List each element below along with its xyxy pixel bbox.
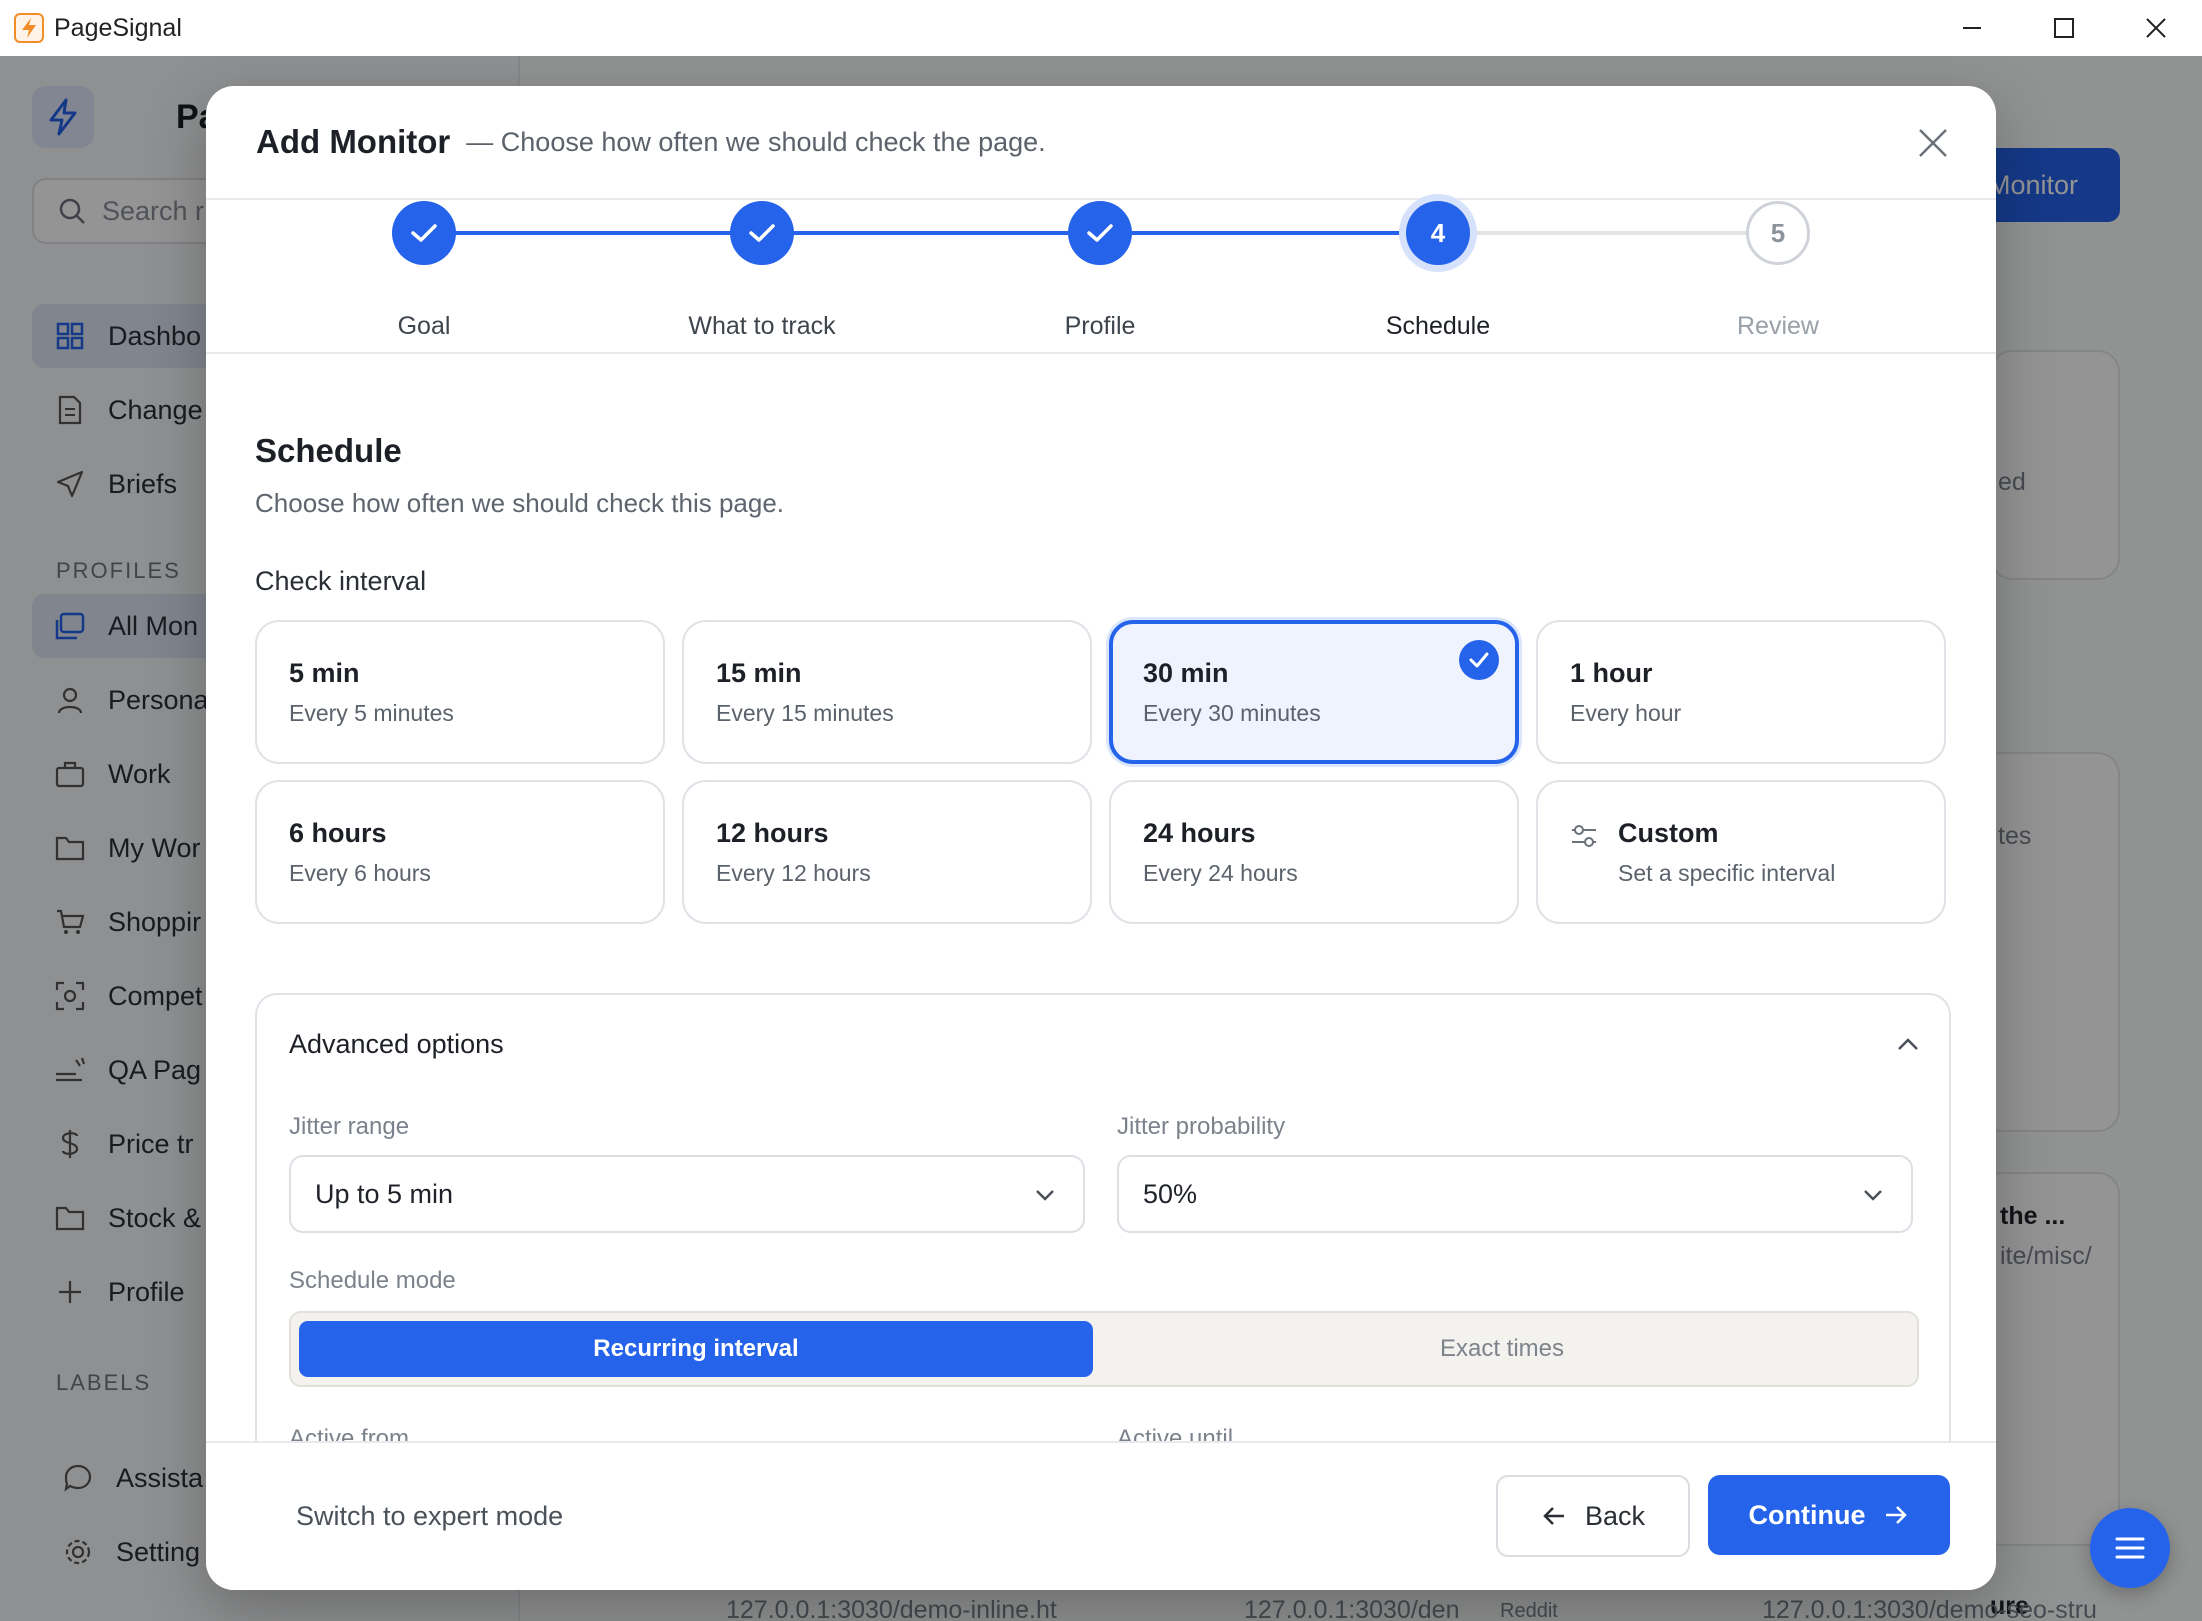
jitter-range-value: Up to 5 min bbox=[315, 1178, 454, 1209]
menu-icon bbox=[2115, 1537, 2145, 1559]
interval-option-12-hours[interactable]: 12 hours Every 12 hours bbox=[682, 780, 1092, 924]
arrow-right-icon bbox=[1883, 1502, 1909, 1528]
chevron-up-icon bbox=[1898, 1038, 1918, 1050]
advanced-options-panel: Advanced options Jitter range Up to 5 mi… bbox=[255, 993, 1951, 1441]
section-description: Choose how often we should check this pa… bbox=[255, 488, 785, 518]
sliders-icon bbox=[1572, 825, 1596, 847]
option-desc: Every 30 minutes bbox=[1143, 700, 1321, 726]
option-title: 1 hour bbox=[1570, 658, 1653, 688]
chevron-down-icon bbox=[1864, 1190, 1882, 1201]
continue-label: Continue bbox=[1748, 1499, 1866, 1530]
advanced-options-title: Advanced options bbox=[289, 1029, 504, 1059]
jitter-range-label: Jitter range bbox=[289, 1113, 410, 1140]
arrow-left-icon bbox=[1541, 1503, 1567, 1529]
option-desc: Set a specific interval bbox=[1618, 860, 1836, 886]
back-button[interactable]: Back bbox=[1496, 1475, 1690, 1557]
interval-option-custom[interactable]: Custom Set a specific interval bbox=[1536, 780, 1946, 924]
selected-check-icon bbox=[1459, 640, 1499, 680]
jitter-probability-value: 50% bbox=[1143, 1178, 1198, 1209]
collapse-advanced-button[interactable] bbox=[1893, 1029, 1923, 1059]
check-interval-label: Check interval bbox=[255, 566, 427, 596]
interval-option-6-hours[interactable]: 6 hours Every 6 hours bbox=[255, 780, 665, 924]
jitter-probability-label: Jitter probability bbox=[1117, 1113, 1286, 1140]
switch-expert-mode-link[interactable]: Switch to expert mode bbox=[296, 1501, 563, 1532]
app-lightning-icon bbox=[14, 13, 44, 43]
schedule-mode-label: Schedule mode bbox=[289, 1267, 456, 1294]
maximize-button[interactable] bbox=[2018, 0, 2110, 56]
interval-option-1-hour[interactable]: 1 hour Every hour bbox=[1536, 620, 1946, 764]
option-desc: Every 24 hours bbox=[1143, 860, 1298, 886]
window-titlebar: PageSignal bbox=[0, 0, 2202, 56]
add-monitor-modal: Add Monitor — Choose how often we should… bbox=[206, 86, 1996, 1590]
option-desc: Every hour bbox=[1570, 700, 1682, 726]
jitter-probability-select[interactable]: 50% bbox=[1117, 1155, 1913, 1233]
option-title: 12 hours bbox=[716, 818, 829, 848]
option-title: 30 min bbox=[1143, 658, 1229, 688]
jitter-range-select[interactable]: Up to 5 min bbox=[289, 1155, 1085, 1233]
modal-footer: Switch to expert mode Back Continue bbox=[206, 1441, 1996, 1590]
app-title: PageSignal bbox=[54, 13, 182, 42]
mode-recurring-interval[interactable]: Recurring interval bbox=[299, 1321, 1093, 1377]
interval-option-5-min[interactable]: 5 min Every 5 minutes bbox=[255, 620, 665, 764]
interval-option-30-min[interactable]: 30 min Every 30 minutes bbox=[1109, 620, 1519, 764]
back-label: Back bbox=[1584, 1500, 1646, 1531]
option-title: Custom bbox=[1618, 818, 1719, 848]
mode-exact-times[interactable]: Exact times bbox=[1093, 1321, 1911, 1377]
close-window-button[interactable] bbox=[2110, 0, 2202, 56]
schedule-mode-toggle: Recurring interval Exact times bbox=[289, 1311, 1919, 1387]
interval-option-15-min[interactable]: 15 min Every 15 minutes bbox=[682, 620, 1092, 764]
continue-button[interactable]: Continue bbox=[1708, 1475, 1950, 1555]
active-from-label: Active from bbox=[289, 1425, 410, 1441]
option-title: 24 hours bbox=[1143, 818, 1256, 848]
minimize-button[interactable] bbox=[1926, 0, 2018, 56]
active-until-label: Active until bbox=[1117, 1425, 1234, 1441]
option-desc: Every 12 hours bbox=[716, 860, 871, 886]
option-title: 15 min bbox=[716, 658, 802, 688]
option-desc: Every 15 minutes bbox=[716, 700, 894, 726]
option-title: 6 hours bbox=[289, 818, 387, 848]
interval-option-24-hours[interactable]: 24 hours Every 24 hours bbox=[1109, 780, 1519, 924]
option-title: 5 min bbox=[289, 658, 360, 688]
section-title: Schedule bbox=[255, 432, 402, 469]
chevron-down-icon bbox=[1036, 1190, 1054, 1201]
modal-body[interactable]: Schedule Choose how often we should chec… bbox=[206, 86, 1996, 1441]
floating-menu-button[interactable] bbox=[2090, 1508, 2170, 1588]
option-desc: Every 5 minutes bbox=[289, 700, 454, 726]
option-desc: Every 6 hours bbox=[289, 860, 431, 886]
